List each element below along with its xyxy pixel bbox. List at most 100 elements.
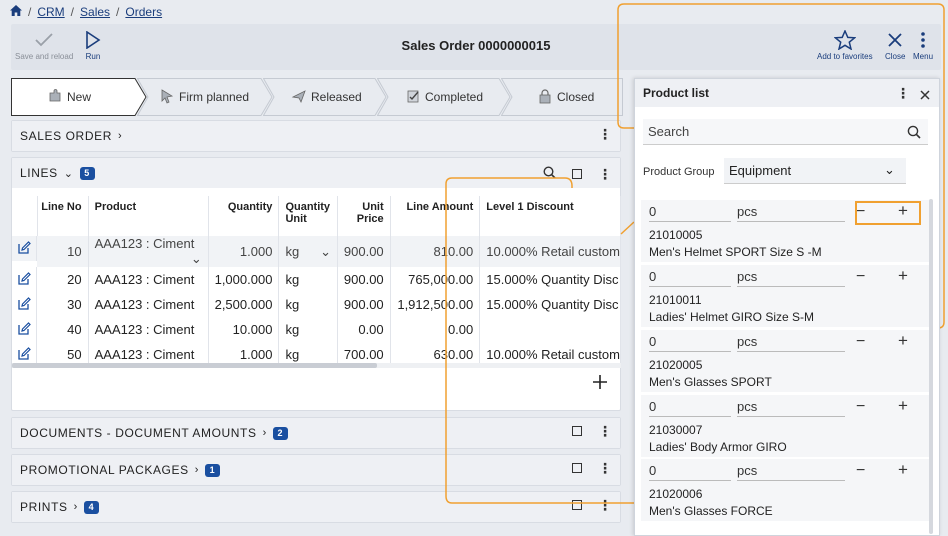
edit-icon[interactable] (12, 267, 38, 292)
col-discount[interactable]: Level 1 Discount (479, 196, 621, 236)
cell-amount: 1,912,500.00 (390, 292, 481, 317)
toolbar: Save and reload Run Sales Order 00000000… (11, 24, 941, 70)
home-icon[interactable] (10, 5, 22, 19)
cell-product: AAA123 : Ciment (88, 317, 209, 342)
quantity-input[interactable]: 0 (649, 399, 731, 417)
product-name: Men's Glasses FORCE (649, 504, 773, 518)
count-badge: 4 (83, 500, 99, 514)
section-title: DOCUMENTS - DOCUMENT AMOUNTS (20, 426, 257, 440)
edit-icon[interactable] (12, 236, 38, 261)
table-row[interactable]: 40 AAA123 : Ciment 10.000 kg 0.00 0.00 (12, 317, 621, 342)
table-row[interactable]: 10 AAA123 : Ciment ⌄ 1.000 kg ⌄ 900.00 8… (12, 236, 621, 267)
search-icon[interactable] (907, 125, 921, 142)
col-quantity[interactable]: Quantity (208, 196, 280, 236)
col-line-amount[interactable]: Line Amount (390, 196, 481, 236)
save-reload-button[interactable]: Save and reload (15, 28, 73, 61)
checkbox-icon[interactable] (572, 169, 582, 179)
cell-amount: 810.00 (390, 236, 481, 267)
product-item: 0 pcs 21020006 Men's Glasses FORCE − + (641, 459, 929, 521)
edit-icon[interactable] (12, 317, 38, 342)
product-item: 0 pcs 21030007 Ladies' Body Armor GIRO −… (641, 395, 929, 457)
lines-header[interactable]: LINES ⌄ 5 (12, 158, 620, 188)
search-input[interactable]: Search (643, 119, 928, 145)
add-line-icon[interactable] (592, 374, 608, 393)
table-row[interactable]: 20 AAA123 : Ciment 1,000.000 kg 900.00 7… (12, 267, 621, 292)
product-name: Men's Glasses SPORT (649, 375, 772, 389)
table-row[interactable]: 30 AAA123 : Ciment 2,500.000 kg 900.00 1… (12, 292, 621, 317)
quantity-input[interactable]: 0 (649, 204, 731, 222)
product-code: 21020006 (649, 487, 703, 501)
search-placeholder: Search (648, 124, 690, 139)
more-vertical-icon[interactable]: ⋮ (598, 127, 612, 141)
breadcrumb-crm[interactable]: CRM (37, 5, 64, 19)
col-quantity-unit[interactable]: Quantity Unit (278, 196, 339, 236)
step-label: Released (311, 90, 362, 104)
checkbox-icon[interactable] (572, 500, 582, 510)
section-title: PRINTS (20, 500, 68, 514)
cell-product[interactable]: AAA123 : Ciment ⌄ (88, 236, 209, 267)
puzzle-icon (47, 88, 63, 107)
highlight-box (855, 201, 921, 225)
minus-icon[interactable]: − (856, 268, 865, 286)
vertical-scrollbar[interactable] (929, 199, 933, 534)
quantity-input[interactable]: 0 (649, 334, 731, 352)
minus-icon[interactable]: − (856, 398, 865, 416)
close-icon[interactable] (920, 88, 930, 103)
checkbox-icon[interactable] (572, 463, 582, 473)
edit-icon[interactable] (12, 292, 38, 317)
breadcrumb-orders[interactable]: Orders (125, 5, 162, 19)
step-completed[interactable]: Completed (377, 78, 511, 116)
unit-field: pcs (737, 269, 845, 287)
documents-header[interactable]: DOCUMENTS - DOCUMENT AMOUNTS › 2 (12, 418, 620, 448)
more-vertical-icon (920, 28, 926, 52)
product-group-select[interactable]: Equipment ⌄ (724, 158, 906, 184)
more-vertical-icon[interactable]: ⋮ (598, 424, 612, 438)
plus-icon[interactable]: + (898, 266, 908, 286)
product-name: Ladies' Helmet GIRO Size S-M (649, 310, 815, 324)
cell-quantity[interactable]: 1.000 (208, 236, 280, 267)
breadcrumb-sales[interactable]: Sales (80, 5, 110, 19)
step-firm-planned[interactable]: Firm planned (137, 78, 273, 116)
product-item: 0 pcs 21020005 Men's Glasses SPORT − + (641, 330, 929, 392)
product-name: Men's Helmet SPORT Size S -M (649, 245, 822, 259)
pointer-icon (159, 88, 175, 107)
plus-icon[interactable]: + (898, 396, 908, 416)
more-vertical-icon[interactable]: ⋮ (598, 167, 612, 181)
plus-icon[interactable]: + (898, 331, 908, 351)
step-closed[interactable]: Closed (501, 78, 623, 116)
menu-button[interactable]: Menu (913, 28, 933, 61)
more-vertical-icon[interactable]: ⋮ (598, 461, 612, 475)
plus-icon[interactable]: + (898, 460, 908, 480)
cell-amount: 765,000.00 (390, 267, 481, 292)
col-product[interactable]: Product (88, 196, 209, 236)
minus-icon[interactable]: − (856, 333, 865, 351)
quantity-input[interactable]: 0 (649, 463, 731, 481)
more-vertical-icon[interactable]: ⋮ (896, 86, 910, 100)
sales-order-header[interactable]: SALES ORDER › (12, 121, 620, 151)
product-code: 21020005 (649, 358, 703, 372)
close-button[interactable]: Close (885, 28, 905, 61)
product-code: 21010011 (649, 293, 702, 307)
horizontal-scrollbar[interactable] (12, 363, 621, 368)
minus-icon[interactable]: − (856, 462, 865, 480)
count-badge: 5 (79, 166, 95, 180)
add-to-favorites-button[interactable]: Add to favorites (817, 28, 873, 61)
product-item: 0 pcs 21010011 Ladies' Helmet GIRO Size … (641, 265, 929, 327)
step-label: Closed (557, 90, 595, 104)
chevron-down-icon: ⌄ (320, 243, 332, 259)
step-released[interactable]: Released (263, 78, 387, 116)
breadcrumb-separator: / (28, 5, 32, 19)
promotional-header[interactable]: PROMOTIONAL PACKAGES › 1 (12, 455, 620, 485)
checkbox-icon[interactable] (572, 426, 582, 436)
col-line-no[interactable]: Line No (37, 196, 89, 236)
col-unit-price[interactable]: Unit Price (337, 196, 391, 236)
more-vertical-icon[interactable]: ⋮ (598, 498, 612, 512)
play-icon (85, 28, 101, 52)
cell-unit[interactable]: kg ⌄ (278, 236, 339, 267)
step-new[interactable]: New (11, 78, 147, 116)
search-icon[interactable] (543, 166, 556, 182)
quantity-input[interactable]: 0 (649, 269, 731, 287)
run-button[interactable]: Run (85, 28, 101, 61)
prints-header[interactable]: PRINTS › 4 (12, 492, 620, 522)
section-title: LINES (20, 166, 58, 180)
